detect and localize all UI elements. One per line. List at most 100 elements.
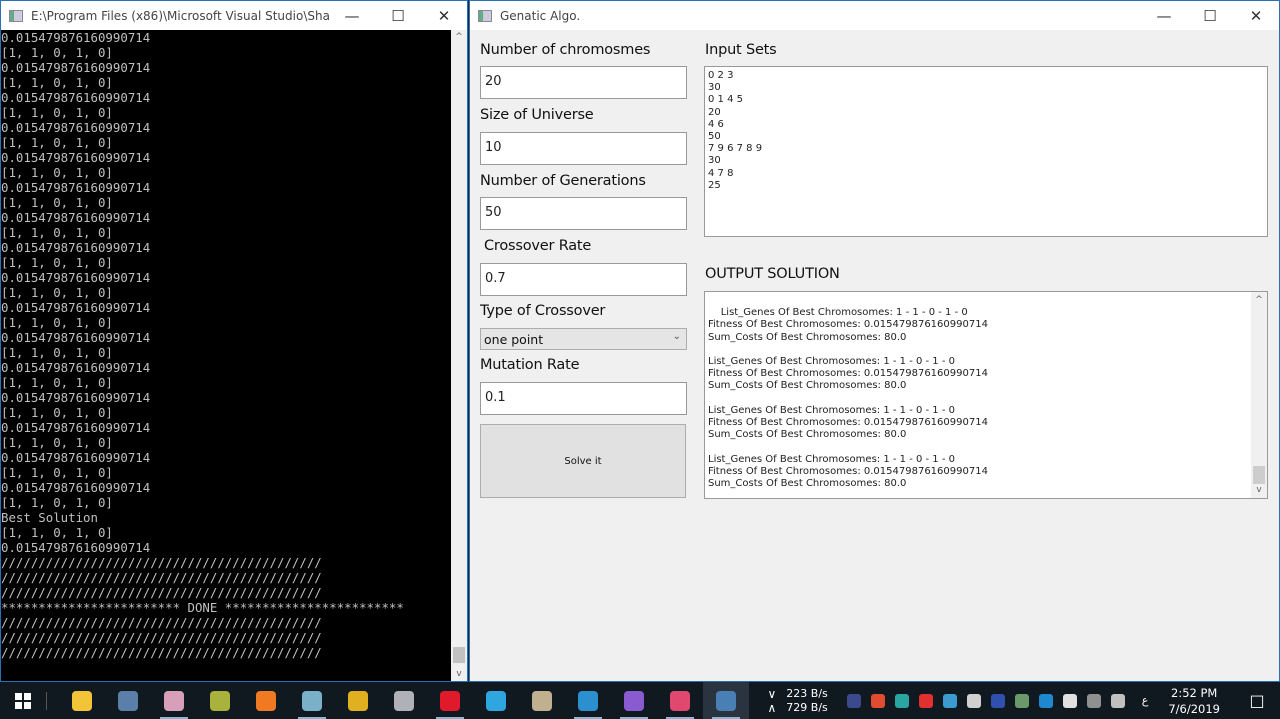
input-sets-textarea[interactable]: 0 2 3 30 0 1 4 5 20 4 6 50 7 9 6 7 8 9 3…	[704, 66, 1268, 237]
monitor-icon[interactable]	[1014, 693, 1029, 708]
maximize-button[interactable]: ☐	[1187, 7, 1233, 25]
taskbar-app-media-player[interactable]	[519, 682, 565, 719]
taskbar-app-notepad[interactable]	[289, 682, 335, 719]
taskbar-app-database[interactable]	[381, 682, 427, 719]
console-line: [1, 1, 0, 1, 0]	[1, 105, 113, 120]
mutation-rate-input[interactable]: 0.1	[480, 382, 687, 415]
console-line: 0.015479876160990714	[1, 450, 151, 465]
taskbar-app-eclipse[interactable]	[197, 682, 243, 719]
console-line: 0.015479876160990714	[1, 30, 151, 45]
hp-icon[interactable]	[1038, 693, 1053, 708]
generations-input[interactable]: 50	[480, 197, 687, 230]
language-indicator[interactable]: ع	[1142, 694, 1149, 707]
opera-icon	[440, 690, 460, 711]
clock[interactable]: 2:52 PM 7/6/2019	[1168, 685, 1220, 717]
start-button[interactable]	[0, 682, 46, 719]
scroll-up-icon[interactable]: ^	[1251, 294, 1267, 306]
console-line: ////////////////////////////////////////…	[1, 645, 322, 660]
console-line: 0.015479876160990714	[1, 330, 151, 345]
scrollbar-thumb[interactable]	[453, 647, 465, 663]
layers-app-icon	[670, 690, 690, 711]
console-line: [1, 1, 0, 1, 0]	[1, 315, 113, 330]
console-window: E:\Program Files (x86)\Microsoft Visual …	[0, 0, 468, 682]
console-line: 0.015479876160990714	[1, 210, 151, 225]
taskbar-app-python[interactable]	[703, 682, 749, 719]
genetic-algo-window: Genatic Algo. — ☐ ✕ Number of chromosmes…	[469, 0, 1280, 682]
console-title: E:\Program Files (x86)\Microsoft Visual …	[31, 8, 329, 23]
notification-badge-icon[interactable]	[870, 693, 885, 708]
output-scrollbar[interactable]: ^ v	[1251, 292, 1267, 498]
close-button[interactable]: ✕	[1233, 7, 1279, 25]
chromosomes-label: Number of chromosmes	[480, 42, 651, 58]
taskbar-app-layers-app[interactable]	[657, 682, 703, 719]
console-line: [1, 1, 0, 1, 0]	[1, 405, 113, 420]
console-line: 0.015479876160990714	[1, 360, 151, 375]
scroll-down-icon[interactable]: v	[451, 669, 467, 679]
wifi-icon[interactable]	[1086, 693, 1101, 708]
input-sets-text: 0 2 3 30 0 1 4 5 20 4 6 50 7 9 6 7 8 9 3…	[708, 70, 763, 191]
console-scrollbar[interactable]: ^ v	[451, 30, 467, 681]
console-line: ////////////////////////////////////////…	[1, 570, 322, 585]
console-line: 0.015479876160990714	[1, 540, 151, 555]
visual-studio-icon	[624, 690, 644, 711]
scrollbar-thumb[interactable]	[1253, 466, 1265, 484]
console-titlebar[interactable]: E:\Program Files (x86)\Microsoft Visual …	[1, 1, 467, 30]
xampp-icon	[256, 690, 276, 711]
net-down: 223 B/s	[786, 686, 828, 700]
crossover-type-select[interactable]: one point ⌄	[480, 328, 687, 350]
generations-label: Number of Generations	[480, 173, 646, 189]
display-icon[interactable]	[990, 693, 1005, 708]
media-player-icon	[532, 690, 552, 711]
net-up: 729 B/s	[786, 700, 828, 714]
scroll-up-icon[interactable]: ^	[451, 32, 467, 42]
app-titlebar[interactable]: Genatic Algo. — ☐ ✕	[470, 1, 1279, 30]
taskbar: ∨ ∧ 223 B/s 729 B/s ع 2:52 PM 7/6/2019 □	[0, 682, 1280, 719]
maximize-button[interactable]: ☐	[375, 7, 421, 25]
console-line: [1, 1, 0, 1, 0]	[1, 435, 113, 450]
console-line: 0.015479876160990714	[1, 180, 151, 195]
solve-button[interactable]: Solve it	[480, 424, 686, 498]
clock-time: 2:52 PM	[1171, 685, 1218, 700]
app-tray-icon[interactable]	[846, 693, 861, 708]
output-solution-label: OUTPUT SOLUTION	[705, 266, 840, 282]
universe-input[interactable]: 10	[480, 132, 687, 165]
console-line: [1, 1, 0, 1, 0]	[1, 465, 113, 480]
minimize-button[interactable]: —	[1141, 7, 1187, 25]
console-line: Best Solution	[1, 510, 98, 525]
scroll-down-icon[interactable]: v	[1251, 484, 1267, 496]
teamviewer-icon[interactable]	[894, 693, 909, 708]
python-icon	[716, 690, 736, 711]
taskbar-app-globe[interactable]	[565, 682, 611, 719]
minimize-button[interactable]: —	[329, 7, 375, 25]
console-line: [1, 1, 0, 1, 0]	[1, 285, 113, 300]
taskbar-app-telegram[interactable]	[473, 682, 519, 719]
taskbar-app-remote-desktop[interactable]	[105, 682, 151, 719]
console-line: ////////////////////////////////////////…	[1, 630, 322, 645]
windows-icon	[15, 692, 31, 709]
network-app-icon[interactable]	[942, 693, 957, 708]
crossover-rate-input[interactable]: 0.7	[480, 263, 687, 296]
taskbar-app-visual-studio[interactable]	[611, 682, 657, 719]
chromosomes-input[interactable]: 20	[480, 66, 687, 99]
net-arrows-icon: ∨ ∧	[767, 686, 777, 715]
taskbar-app-xampp[interactable]	[243, 682, 289, 719]
console-line: [1, 1, 0, 1, 0]	[1, 345, 113, 360]
taskbar-app-chrome[interactable]	[335, 682, 381, 719]
console-line: [1, 1, 0, 1, 0]	[1, 525, 113, 540]
console-line: [1, 1, 0, 1, 0]	[1, 165, 113, 180]
screen-recorder-icon[interactable]	[918, 693, 933, 708]
console-line: 0.015479876160990714	[1, 480, 151, 495]
battery-icon[interactable]	[1062, 693, 1077, 708]
universe-label: Size of Universe	[480, 107, 594, 123]
output-solution-textarea[interactable]: List_Genes Of Best Chromosomes: 1 - 1 - …	[704, 291, 1268, 499]
taskbar-app-snipping-tool[interactable]	[151, 682, 197, 719]
keyboard-icon[interactable]	[1110, 693, 1125, 708]
notifications-icon[interactable]: □	[1234, 691, 1280, 710]
volume-icon[interactable]	[966, 693, 981, 708]
taskbar-app-file-explorer[interactable]	[59, 682, 105, 719]
console-line: [1, 1, 0, 1, 0]	[1, 225, 113, 240]
notepad-icon	[302, 690, 322, 711]
taskbar-app-opera[interactable]	[427, 682, 473, 719]
eclipse-icon	[210, 690, 230, 711]
close-button[interactable]: ✕	[421, 7, 467, 25]
